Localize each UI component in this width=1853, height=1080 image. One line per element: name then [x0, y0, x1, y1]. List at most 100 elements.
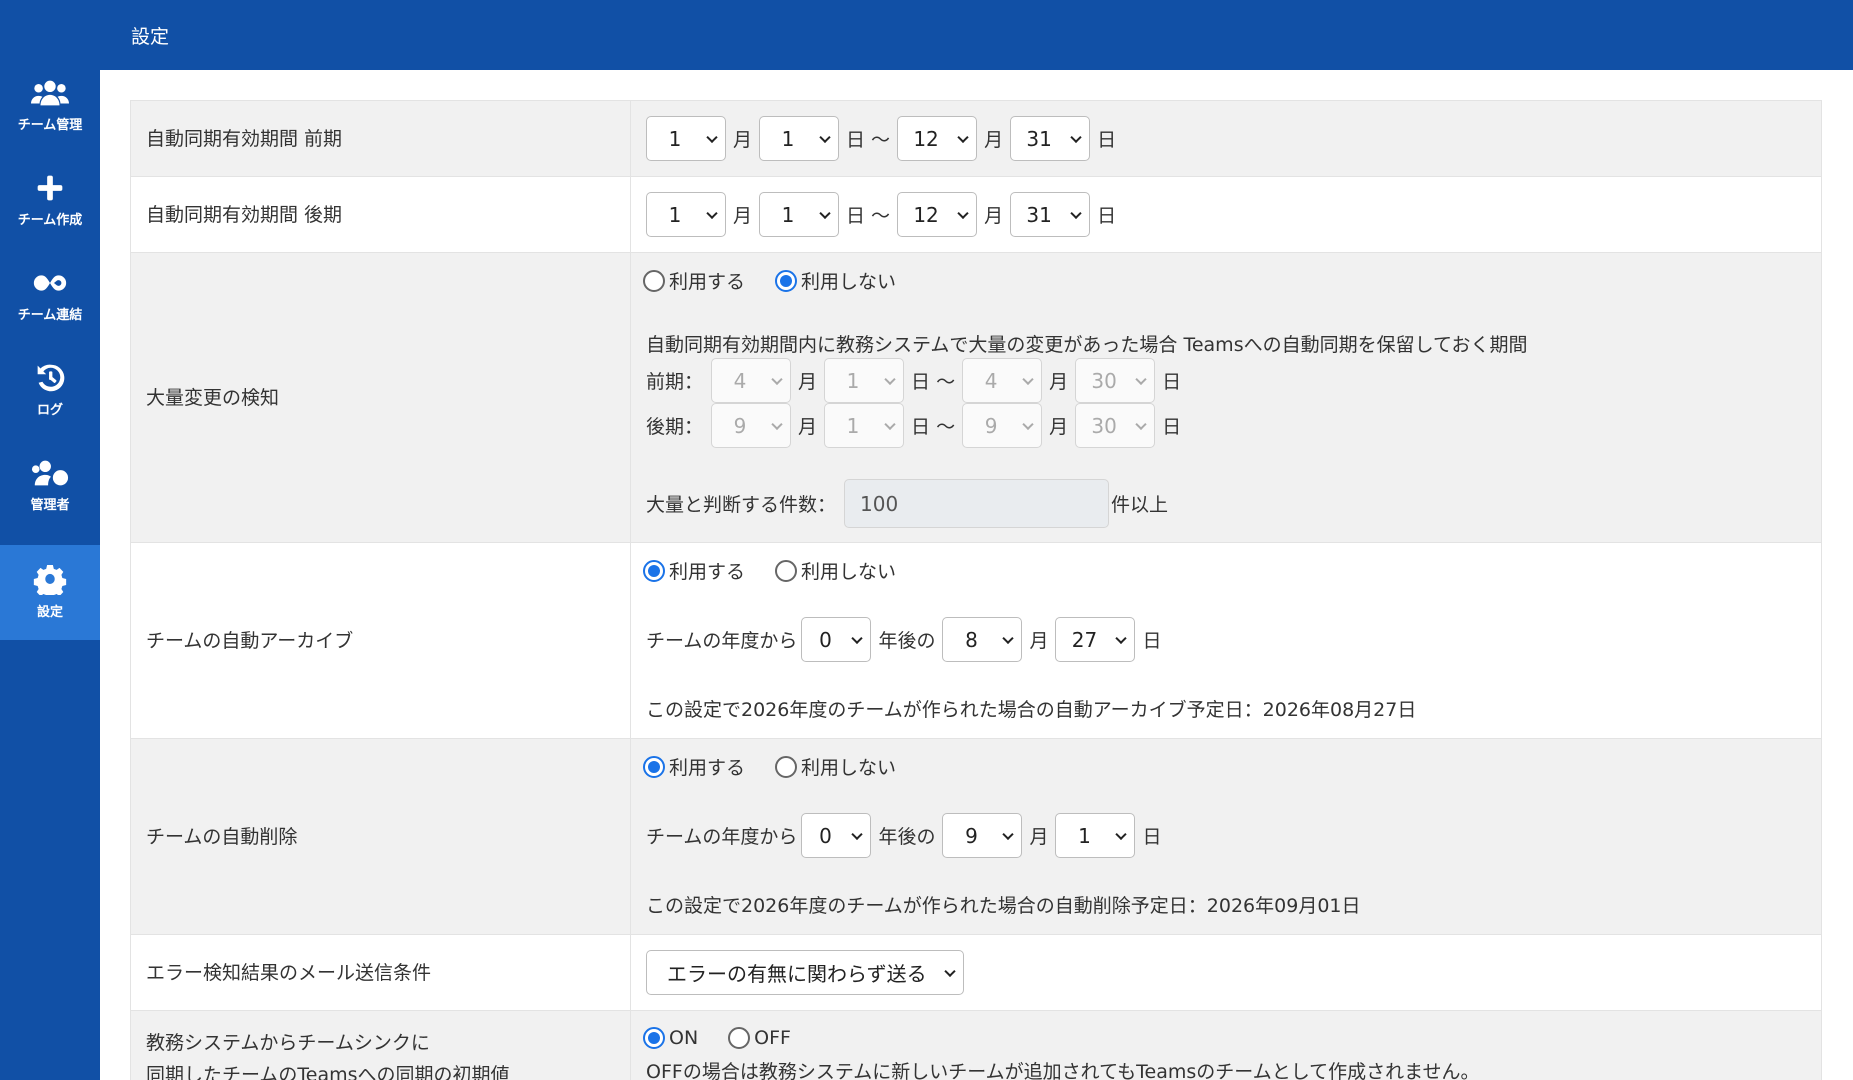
radio-use[interactable]: 利用する	[643, 267, 745, 294]
unit-label: 日	[1142, 630, 1162, 652]
unit-label: 日	[1097, 129, 1117, 151]
radio-circle	[643, 559, 665, 582]
radio-off[interactable]: OFF	[728, 1027, 791, 1049]
chevron-down-icon	[1115, 632, 1128, 644]
count-threshold: 大量と判断する件数： 100 件以上	[646, 479, 1168, 528]
count-input[interactable]: 100	[844, 479, 1110, 528]
header: 設定	[100, 0, 1853, 70]
radio-nouse[interactable]: 利用しない	[775, 753, 896, 780]
end-day-select[interactable]: 31	[1010, 192, 1091, 237]
users-icon	[31, 80, 69, 106]
radio-circle	[775, 269, 798, 292]
end-month-select[interactable]: 12	[897, 116, 978, 161]
chevron-down-icon	[706, 207, 718, 219]
day-select[interactable]: 1	[1055, 813, 1136, 858]
radio-circle	[643, 755, 665, 778]
end-day-select[interactable]: 30	[1075, 403, 1156, 448]
chevron-down-icon	[706, 131, 718, 143]
radio-circle	[775, 755, 798, 778]
unit-label: 月	[733, 205, 753, 227]
row-label: チームの自動削除	[131, 739, 631, 934]
unit-label: 月	[798, 371, 818, 393]
radio-group: 利用する 利用しない	[643, 267, 926, 294]
chevron-down-icon	[771, 418, 783, 430]
sidebar-item-label: チーム作成	[17, 213, 83, 228]
end-day-select[interactable]: 31	[1010, 116, 1091, 161]
radio-nouse[interactable]: 利用しない	[775, 267, 896, 294]
chevron-down-icon	[957, 131, 969, 143]
sidebar-item-log[interactable]: ログ	[0, 343, 100, 438]
unit-label: 月	[1049, 371, 1069, 393]
mail-condition-select[interactable]: エラーの有無に関わらず送る	[646, 950, 964, 995]
start-month-select[interactable]: 9	[711, 403, 792, 448]
count-label: 大量と判断する件数：	[646, 494, 837, 516]
unit-label: 月	[1029, 630, 1049, 652]
start-month-select[interactable]: 1	[646, 116, 726, 161]
chevron-down-icon	[1115, 828, 1128, 840]
scrollbar[interactable]	[1839, 70, 1853, 1080]
day-select[interactable]: 27	[1055, 617, 1136, 662]
chevron-down-icon	[1070, 131, 1082, 143]
sidebar-item-settings[interactable]: 設定	[0, 545, 100, 640]
settings-row-auto-archive: チームの自動アーカイブ 利用する 利用しない チームの年度から 0 年後の 8 …	[130, 543, 1822, 739]
radio-on[interactable]: ON	[643, 1027, 698, 1049]
end-day-select[interactable]: 30	[1075, 358, 1156, 403]
radio-use[interactable]: 利用する	[643, 557, 745, 584]
unit-label: 日 〜	[911, 416, 956, 438]
row-label: 自動同期有効期間 前期	[131, 101, 631, 176]
row-label: 教務システムからチームシンクに 同期したチームのTeamsへの同期の初期値	[131, 1011, 631, 1080]
years-select[interactable]: 0	[801, 617, 872, 662]
start-day-select[interactable]: 1	[759, 192, 840, 237]
chevron-down-icon	[1002, 632, 1015, 644]
chevron-down-icon	[819, 131, 831, 143]
unit-label: 月	[1029, 826, 1049, 848]
sidebar-item-team-management[interactable]: チーム管理	[0, 58, 100, 153]
initial-sync-note: OFFの場合は教務システムに新しいチームが追加されてもTeamsのチームとして作…	[646, 1061, 1480, 1080]
settings-row-mail-condition: エラー検知結果のメール送信条件 エラーの有無に関わらず送る	[130, 935, 1822, 1011]
unit-label: 年後の	[878, 630, 936, 652]
radio-nouse[interactable]: 利用しない	[775, 557, 896, 584]
radio-circle	[643, 1027, 665, 1049]
plus-icon	[37, 175, 63, 201]
end-month-select[interactable]: 12	[897, 192, 978, 237]
sidebar-item-label: 管理者	[30, 498, 70, 513]
radio-group: 利用する 利用しない	[643, 753, 926, 780]
page-title: 設定	[131, 26, 170, 48]
count-suffix: 件以上	[1111, 494, 1169, 516]
chevron-down-icon	[1002, 828, 1015, 840]
month-select[interactable]: 8	[942, 617, 1023, 662]
delete-note: この設定で2026年度のチームが作られた場合の自動削除予定日：2026年09月0…	[646, 895, 1361, 917]
sidebar-item-admin[interactable]: 管理者	[0, 438, 100, 533]
sidebar-item-label: チーム連結	[17, 308, 83, 323]
end-month-select[interactable]: 9	[962, 403, 1043, 448]
start-month-select[interactable]: 4	[711, 358, 792, 403]
end-month-select[interactable]: 4	[962, 358, 1043, 403]
main-content: 自動同期有効期間 前期 1 月 1 日 〜 12 月 31 日 自動同期有効期間…	[100, 70, 1853, 1080]
settings-row-sync-second: 自動同期有効期間 後期 1 月 1 日 〜 12 月 31 日	[130, 177, 1822, 253]
chevron-down-icon	[851, 632, 864, 644]
unit-label: 日	[1162, 416, 1182, 438]
sidebar-item-team-create[interactable]: チーム作成	[0, 153, 100, 248]
unit-label: 日	[1142, 826, 1162, 848]
gear-icon	[33, 565, 67, 595]
sidebar-item-label: ログ	[36, 403, 63, 418]
unit-label: 日 〜	[846, 205, 891, 227]
month-select[interactable]: 9	[942, 813, 1023, 858]
radio-use[interactable]: 利用する	[643, 753, 745, 780]
row-value: 1 月 1 日 〜 12 月 31 日	[631, 177, 1821, 252]
row-label-line: 同期したチームのTeamsへの同期の初期値	[146, 1064, 510, 1080]
start-month-select[interactable]: 1	[646, 192, 726, 237]
start-day-select[interactable]: 1	[759, 116, 840, 161]
unit-label: 日 〜	[846, 129, 891, 151]
row-value: 利用する 利用しない チームの年度から 0 年後の 8 月 27 日 この設定で…	[631, 543, 1821, 738]
settings-row-auto-delete: チームの自動削除 利用する 利用しない チームの年度から 0 年後の 9 月 1…	[130, 739, 1822, 935]
start-day-select[interactable]: 1	[824, 403, 905, 448]
row-value: 利用する 利用しない 自動同期有効期間内に教務システムで大量の変更があった場合 …	[631, 253, 1821, 542]
years-select[interactable]: 0	[801, 813, 872, 858]
sidebar-item-team-link[interactable]: チーム連結	[0, 248, 100, 343]
first-period: 前期： 4 月 1 日 〜 4 月 30 日	[646, 358, 1188, 403]
unit-label: 月	[1049, 416, 1069, 438]
chevron-down-icon	[819, 207, 831, 219]
start-day-select[interactable]: 1	[824, 358, 905, 403]
unit-label: 月	[984, 205, 1004, 227]
